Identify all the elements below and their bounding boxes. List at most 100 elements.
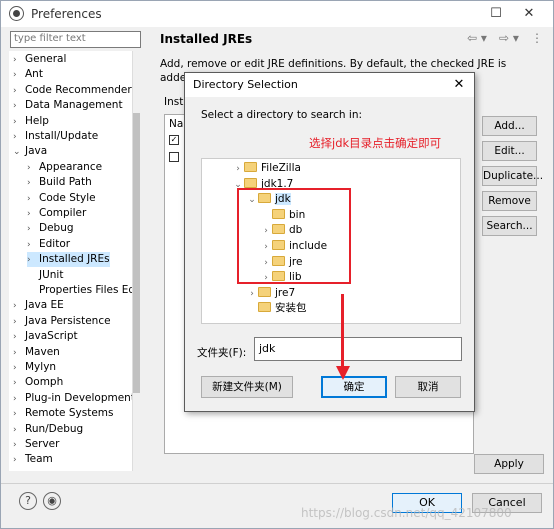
directory-selection-dialog: Directory Selection ✕ Select a directory…: [184, 72, 475, 412]
chevron-right-icon[interactable]: ›: [13, 315, 25, 330]
folder-input[interactable]: jdk: [254, 337, 462, 361]
tree-item[interactable]: › Server: [13, 437, 59, 452]
tree-item[interactable]: › Debug: [27, 221, 74, 236]
chevron-right-icon[interactable]: ›: [13, 407, 25, 422]
jre-checkbox-checked[interactable]: ✓: [169, 135, 179, 145]
chevron-right-icon[interactable]: ›: [13, 84, 25, 99]
chevron-down-icon[interactable]: ⌄: [13, 145, 25, 160]
chevron-right-icon[interactable]: ›: [232, 162, 244, 177]
view-menu-icon[interactable]: ⋮: [531, 31, 543, 45]
chevron-right-icon[interactable]: ›: [13, 453, 25, 468]
chevron-right-icon[interactable]: ›: [13, 115, 25, 130]
tree-item-label: Maven: [25, 345, 60, 358]
help-icon[interactable]: ?: [19, 492, 37, 510]
tree-item[interactable]: › Run/Debug: [13, 422, 83, 437]
tree-item-label: Editor: [39, 237, 71, 250]
tree-item[interactable]: › JavaScript: [13, 329, 78, 344]
dialog-title-bar: Directory Selection ✕: [185, 73, 474, 97]
tree-item[interactable]: › Editor: [27, 237, 70, 252]
tree-item-label: Server: [25, 438, 60, 450]
tree-item[interactable]: › Plug-in Development: [13, 391, 133, 406]
chevron-right-icon[interactable]: ›: [27, 161, 39, 176]
annotation-arrow-line: [341, 294, 344, 374]
maximize-button[interactable]: ☐: [483, 4, 509, 24]
apply-button[interactable]: Apply: [474, 454, 544, 474]
tree-item[interactable]: JUnit: [27, 268, 63, 283]
chevron-right-icon[interactable]: ›: [13, 361, 25, 376]
close-button[interactable]: ✕: [516, 4, 542, 24]
dialog-title: Directory Selection: [193, 78, 298, 91]
directory-item[interactable]: › jre7: [246, 286, 295, 301]
search-button[interactable]: Search...: [482, 216, 537, 236]
forward-arrow-icon[interactable]: ⇨ ▾: [499, 31, 519, 45]
chevron-right-icon[interactable]: ›: [27, 207, 39, 222]
tree-item[interactable]: › Java EE: [13, 298, 64, 313]
tree-item[interactable]: › Install/Update: [13, 129, 98, 144]
tree-item[interactable]: › Ant: [13, 67, 43, 82]
edit-button[interactable]: Edit...: [482, 141, 537, 161]
chevron-right-icon[interactable]: ›: [27, 192, 39, 207]
tree-scrollbar-thumb[interactable]: [133, 113, 140, 393]
tree-item[interactable]: › Remote Systems: [13, 406, 113, 421]
chevron-right-icon[interactable]: ›: [13, 346, 25, 361]
chevron-right-icon[interactable]: ›: [13, 330, 25, 345]
tree-item[interactable]: › Installed JREs: [27, 252, 110, 268]
tree-item-label: JavaScript: [25, 330, 78, 343]
tree-item[interactable]: › Data Management: [13, 98, 123, 113]
tree-item-label: Mylyn: [25, 361, 57, 373]
dialog-close-button[interactable]: ✕: [449, 75, 469, 95]
chevron-right-icon[interactable]: ›: [27, 222, 39, 237]
import-preferences-icon[interactable]: ◉: [43, 492, 61, 510]
chevron-right-icon[interactable]: ›: [13, 392, 25, 407]
add-button[interactable]: Add...: [482, 116, 537, 136]
chevron-right-icon[interactable]: ›: [13, 99, 25, 114]
chevron-right-icon[interactable]: ›: [13, 130, 25, 145]
tree-item[interactable]: › Java Persistence: [13, 314, 111, 329]
tree-item[interactable]: › Team: [13, 452, 53, 467]
tree-item-label: Java EE: [25, 299, 64, 312]
directory-item[interactable]: 安装包: [246, 301, 307, 316]
annotation-text: 选择jdk目录点击确定即可: [309, 136, 442, 150]
tree-item[interactable]: › Oomph: [13, 375, 63, 390]
dialog-prompt: Select a directory to search in:: [201, 109, 363, 121]
duplicate-button[interactable]: Duplicate...: [482, 166, 543, 186]
jre-checkbox[interactable]: [169, 152, 179, 162]
remove-button[interactable]: Remove: [482, 191, 537, 211]
chevron-right-icon[interactable]: ›: [27, 238, 39, 253]
chevron-right-icon[interactable]: ›: [246, 287, 258, 302]
tree-item[interactable]: › Compiler: [27, 206, 86, 221]
directory-label: jre7: [275, 286, 296, 299]
tree-item[interactable]: › General: [13, 52, 66, 67]
filter-input[interactable]: type filter text: [10, 31, 141, 48]
chevron-right-icon[interactable]: ›: [13, 423, 25, 438]
dialog-cancel-button[interactable]: 取消: [395, 376, 461, 398]
tree-item[interactable]: ⌄ Java: [13, 144, 47, 159]
annotation-highlight-box: [237, 188, 351, 284]
eclipse-app-icon: [9, 6, 24, 21]
watermark: https://blog.csdn.net/qq_42107800: [301, 506, 512, 520]
folder-label: 文件夹(F):: [197, 347, 247, 359]
folder-icon: [258, 302, 271, 313]
chevron-right-icon[interactable]: ›: [13, 299, 25, 314]
new-folder-button[interactable]: 新建文件夹(M): [201, 376, 293, 398]
tree-item-label: Java: [25, 145, 48, 158]
tree-item-label: Install/Update: [25, 130, 99, 142]
tree-item[interactable]: › Help: [13, 114, 49, 129]
tree-item[interactable]: › Code Style: [27, 191, 96, 206]
tree-item[interactable]: Properties Files Ed: [27, 283, 133, 298]
chevron-right-icon[interactable]: ›: [13, 53, 25, 68]
directory-item[interactable]: › FileZilla: [232, 161, 301, 176]
tree-item[interactable]: › Appearance: [27, 160, 102, 175]
tree-item[interactable]: › Build Path: [27, 175, 92, 190]
chevron-right-icon[interactable]: ›: [13, 68, 25, 83]
back-arrow-icon[interactable]: ⇦ ▾: [467, 31, 487, 45]
tree-item[interactable]: › Mylyn: [13, 360, 56, 375]
chevron-right-icon[interactable]: ›: [13, 438, 25, 453]
chevron-right-icon[interactable]: ›: [27, 176, 39, 191]
tree-item[interactable]: › Maven: [13, 345, 60, 360]
dialog-ok-button[interactable]: 确定: [321, 376, 387, 398]
tree-item-label: Build Path: [39, 176, 92, 189]
chevron-right-icon[interactable]: ›: [27, 253, 39, 268]
chevron-right-icon[interactable]: ›: [13, 376, 25, 391]
tree-item[interactable]: › Code Recommenders: [13, 83, 133, 98]
